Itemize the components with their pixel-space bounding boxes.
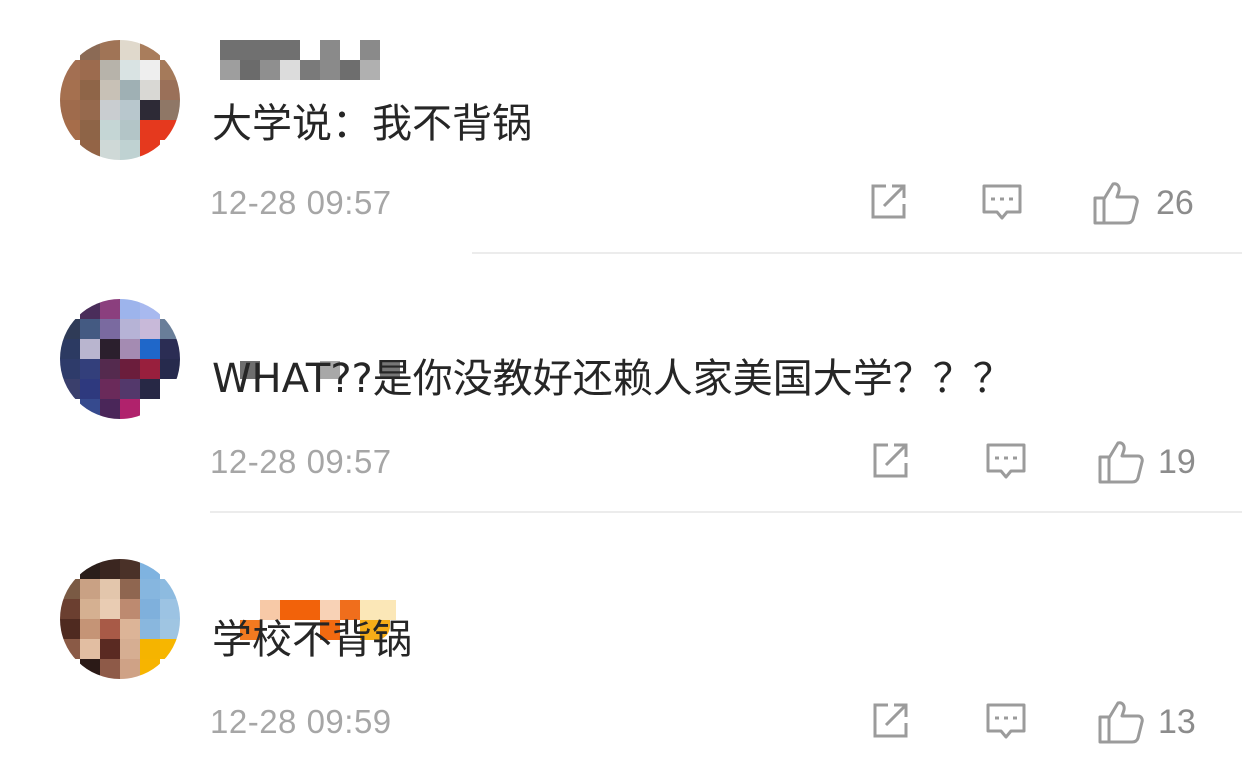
avatar[interactable] — [60, 299, 180, 419]
share-icon — [871, 184, 906, 219]
comment-icon — [986, 703, 1026, 739]
share-icon — [873, 443, 908, 478]
divider — [210, 511, 1242, 513]
timestamp: 12-28 09:59 — [210, 703, 392, 740]
like-button[interactable] — [1097, 699, 1145, 744]
comment-item: WHAT??是你没教好还赖人家美国大学？？？ 12-28 09:57 19 — [0, 259, 1242, 518]
avatar[interactable] — [60, 40, 180, 160]
divider — [472, 252, 1242, 254]
like-count: 26 — [1156, 184, 1194, 222]
timestamp: 12-28 09:57 — [210, 443, 392, 480]
like-button[interactable] — [1097, 439, 1145, 484]
comment-item: 大学说：我不背锅 12-28 09:57 26 — [0, 0, 1242, 259]
username-blurred[interactable] — [220, 559, 420, 640]
username-blurred[interactable] — [220, 299, 420, 379]
thumbs-up-icon — [1093, 182, 1139, 225]
thumbs-up-icon — [1098, 701, 1144, 744]
reply-button[interactable] — [980, 180, 1024, 224]
comment-icon — [986, 443, 1026, 479]
comment-text: WHAT??是你没教好还赖人家美国大学？？？ — [212, 356, 1013, 402]
share-button[interactable] — [870, 439, 912, 483]
share-button[interactable] — [868, 180, 910, 224]
share-button[interactable] — [870, 699, 912, 743]
thumbs-up-icon — [1098, 441, 1144, 484]
comment-text: 学校不背锅 — [212, 617, 412, 663]
timestamp: 12-28 09:57 — [210, 184, 392, 221]
like-count: 19 — [1158, 443, 1196, 481]
comment-text: 大学说：我不背锅 — [212, 101, 532, 147]
username-blurred[interactable] — [220, 40, 420, 80]
like-count: 13 — [1158, 703, 1196, 741]
reply-button[interactable] — [984, 699, 1028, 743]
comment-item: 学校不背锅 12-28 09:59 13 — [0, 519, 1242, 778]
reply-button[interactable] — [984, 439, 1028, 483]
like-button[interactable] — [1092, 180, 1140, 225]
share-icon — [873, 703, 908, 738]
comment-icon — [982, 184, 1022, 220]
avatar[interactable] — [60, 559, 180, 679]
